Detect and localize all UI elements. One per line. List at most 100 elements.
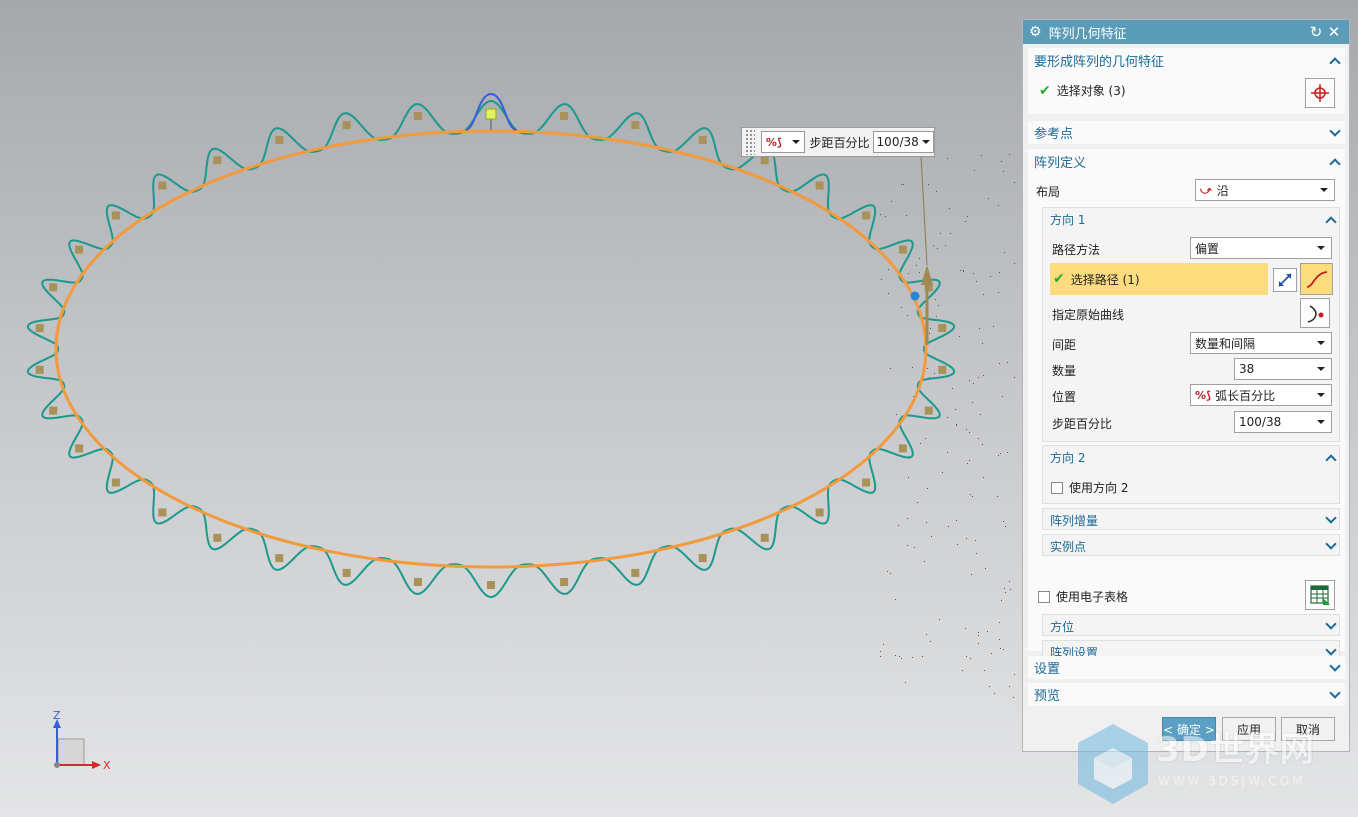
reference-point-section[interactable]: 参考点: [1028, 121, 1345, 144]
select-object-row[interactable]: ✔ 选择对象 (3): [1039, 82, 1126, 99]
step-percent-value: 100/38: [876, 135, 919, 149]
noise-dot: [963, 270, 964, 271]
start-point-handle[interactable]: [910, 291, 920, 301]
use-spreadsheet-checkbox[interactable]: 使用电子表格: [1038, 588, 1128, 605]
spacing-value: 数量和间隔: [1195, 336, 1256, 351]
noise-dot: [1004, 588, 1005, 589]
view-triad: [53, 719, 101, 769]
noise-dot: [925, 438, 926, 439]
spreadsheet-icon: [1310, 585, 1330, 605]
orientation-section[interactable]: 方位: [1042, 614, 1340, 636]
arc-percent-icon: %⟆: [765, 135, 782, 149]
noise-dot: [957, 544, 958, 545]
spreadsheet-button[interactable]: [1305, 580, 1335, 610]
preview-section[interactable]: 预览: [1028, 683, 1345, 706]
drag-grip-icon[interactable]: [745, 129, 755, 155]
chevron-up-icon: [1329, 57, 1341, 69]
increment-section[interactable]: 阵列增量: [1042, 508, 1340, 530]
noise-dot: [938, 305, 939, 306]
curve-select-button[interactable]: [1300, 263, 1333, 295]
path-method-dropdown[interactable]: 偏置: [1190, 237, 1332, 259]
noise-dot: [901, 184, 902, 185]
pattern-wave-curve[interactable]: [26, 100, 956, 599]
reset-icon[interactable]: ↻: [1307, 23, 1325, 41]
noise-dot: [903, 184, 904, 185]
feature-instance-marker: [49, 283, 58, 292]
noise-dot: [916, 265, 917, 266]
settings-header[interactable]: 设置: [1028, 656, 1345, 679]
chevron-down-icon: [1317, 246, 1325, 250]
pattern-definition-header[interactable]: 阵列定义: [1028, 149, 1345, 174]
path-method-value: 偏置: [1195, 241, 1220, 256]
noise-dot: [978, 377, 979, 378]
feature-instance-marker: [760, 156, 769, 165]
noise-dot: [985, 568, 986, 569]
position-mode-dropdown[interactable]: %⟆: [760, 131, 805, 153]
instance-point-section[interactable]: 实例点: [1042, 534, 1340, 556]
reference-point-header[interactable]: 参考点: [1028, 121, 1345, 144]
spacing-dropdown[interactable]: 数量和间隔: [1190, 332, 1332, 354]
noise-dot: [880, 651, 881, 652]
noise-dot: [966, 429, 967, 430]
settings-section[interactable]: 设置: [1028, 656, 1345, 679]
noise-dot: [978, 643, 979, 644]
noise-dot: [976, 553, 977, 554]
noise-dot: [970, 658, 971, 659]
noise-dot: [890, 573, 891, 574]
pattern-definition-title: 阵列定义: [1034, 156, 1087, 171]
noise-dot: [978, 438, 979, 439]
noise-dot: [1003, 649, 1004, 650]
preview-header[interactable]: 预览: [1028, 683, 1345, 706]
noise-dot: [1007, 452, 1008, 453]
noise-dot: [956, 520, 957, 521]
selected-feature-point[interactable]: [485, 108, 497, 120]
feature-section-header[interactable]: 要形成阵列的几何特征: [1028, 48, 1345, 73]
chevron-down-icon: [1329, 124, 1341, 137]
layout-value: 沿: [1216, 183, 1229, 198]
checkbox-icon: [1051, 481, 1063, 494]
orientation-header[interactable]: 方位: [1043, 615, 1339, 637]
noise-dot: [930, 328, 931, 329]
noise-dot: [880, 214, 881, 215]
direction2-header[interactable]: 方向 2: [1043, 446, 1339, 468]
increment-header[interactable]: 阵列增量: [1043, 509, 1339, 531]
path-ellipse-curve[interactable]: [54, 129, 928, 569]
chevron-down-icon: [1325, 512, 1337, 524]
specify-curve-button[interactable]: [1300, 298, 1330, 328]
noise-dot: [936, 191, 937, 192]
noise-dot: [1005, 592, 1006, 593]
select-object-button[interactable]: [1305, 78, 1335, 108]
dialog-title-bar[interactable]: ⚙ 阵列几何特征 ↻ ✕: [1023, 20, 1349, 44]
use-direction2-label: 使用方向 2: [1069, 481, 1129, 495]
noise-dot: [908, 273, 909, 274]
direction2-section: 方向 2 使用方向 2: [1042, 445, 1340, 504]
layout-dropdown[interactable]: ⤻ 沿: [1195, 179, 1335, 201]
feature-instance-marker: [75, 444, 84, 453]
direction1-header[interactable]: 方向 1: [1043, 208, 1339, 230]
count-input[interactable]: 38: [1234, 358, 1332, 380]
direction2-title: 方向 2: [1050, 450, 1086, 465]
noise-dot: [919, 258, 920, 259]
noise-dot: [988, 198, 989, 199]
select-path-row[interactable]: ✔ 选择路径 (1): [1050, 263, 1268, 295]
use-direction2-checkbox[interactable]: 使用方向 2: [1051, 479, 1128, 496]
feature-instance-marker: [938, 324, 947, 333]
position-value: 弧长百分比: [1215, 388, 1276, 403]
cube-logo-icon: [1078, 724, 1148, 804]
close-icon[interactable]: ✕: [1325, 23, 1343, 41]
noise-dot: [1014, 674, 1015, 675]
select-path-label: 选择路径 (1): [1070, 272, 1140, 287]
noise-dot: [970, 494, 971, 495]
noise-dot: [1014, 182, 1015, 183]
step-percent-input[interactable]: 100/38: [872, 131, 934, 153]
step-percent-dropdown[interactable]: 100/38: [1234, 411, 1332, 433]
feature-instance-marker: [815, 508, 824, 517]
noise-dot: [959, 336, 960, 337]
feature-instance-marker: [49, 406, 58, 415]
noise-dot: [929, 333, 930, 334]
feature-instance-marker: [111, 211, 120, 220]
instance-point-header[interactable]: 实例点: [1043, 535, 1339, 557]
reverse-direction-button[interactable]: [1273, 268, 1297, 292]
noise-dot: [979, 328, 980, 329]
position-dropdown[interactable]: %⟆ 弧长百分比: [1190, 384, 1332, 406]
